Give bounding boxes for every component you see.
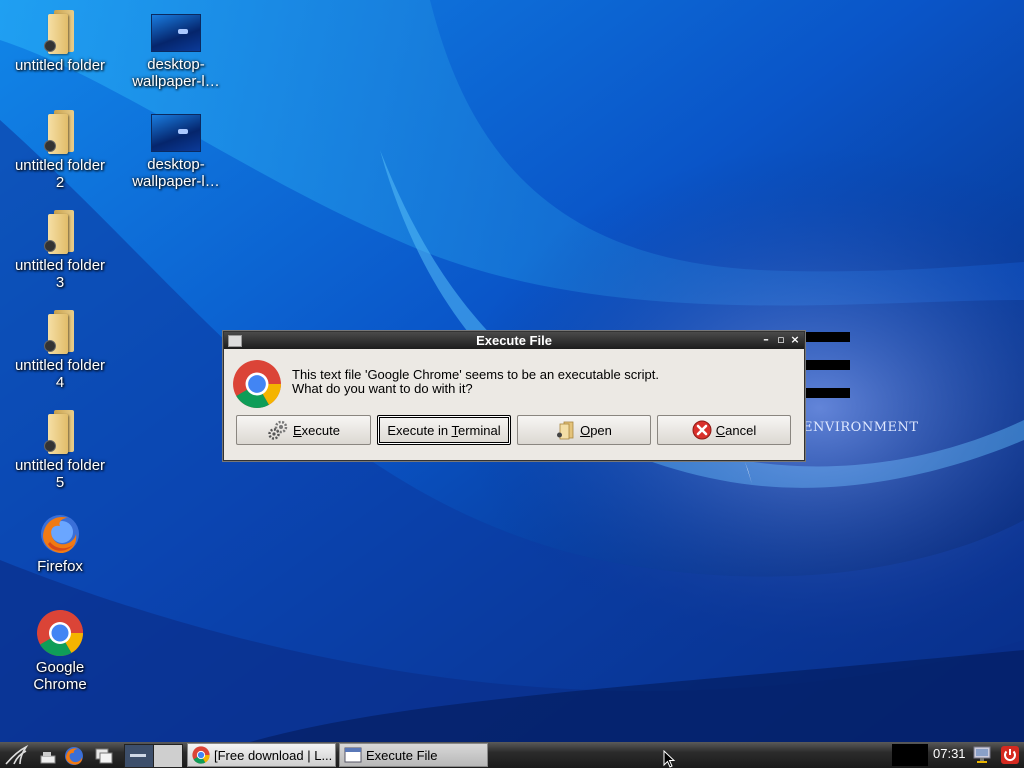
desktop-icon-google-chrome[interactable]: Google Chrome <box>5 609 115 693</box>
dialog-message: This text file 'Google Chrome' seems to … <box>292 368 659 396</box>
dialog-message-line2: What do you want to do with it? <box>292 381 473 396</box>
open-folder-icon <box>557 421 574 440</box>
desktop-icon-untitled-folder-5[interactable]: untitled folder 5 <box>5 410 115 491</box>
desktop-icon-firefox[interactable]: Firefox <box>5 512 115 575</box>
desktop-icon-untitled-folder-2[interactable]: untitled folder 2 <box>5 110 115 191</box>
desktop-icon-label-line2: wallpaper-l… <box>132 173 220 190</box>
maximize-button[interactable]: ▫ <box>774 333 788 347</box>
desktop-icon-label: untitled folder <box>14 157 106 174</box>
task-label: Execute File <box>366 747 438 763</box>
desktop-icon-label: untitled folder <box>14 57 106 74</box>
open-button-label: Open <box>580 422 612 438</box>
cancel-button[interactable]: Cancel <box>657 415 791 445</box>
chrome-icon <box>233 360 281 408</box>
desktop-icon-label: Google <box>35 659 85 676</box>
workspace-window-indicator <box>130 754 146 757</box>
workspace-2[interactable] <box>153 744 183 768</box>
dialog-titlebar[interactable]: Execute File – ▫ × <box>224 332 804 349</box>
dialog-title: Execute File <box>476 333 552 348</box>
power-icon[interactable] <box>1000 745 1020 765</box>
network-monitor-icon[interactable] <box>972 745 992 765</box>
taskbar: [Free download | L... Execute File 07:31 <box>0 742 1024 768</box>
execute-button[interactable]: Execute <box>236 415 371 445</box>
image-thumbnail-icon <box>151 14 201 52</box>
desktop-icon-label: untitled folder <box>14 457 106 474</box>
workspace-1[interactable] <box>124 744 154 768</box>
wallpaper-logo-text: ENVIRONMENT <box>803 420 919 435</box>
desktop-icon-label: Firefox <box>37 558 83 575</box>
open-button[interactable]: Open <box>517 415 651 445</box>
folder-icon <box>44 310 76 354</box>
desktop-icon-label: untitled folder <box>14 357 106 374</box>
windows-switcher-icon[interactable] <box>94 746 114 766</box>
desktop-icon-label: desktop- <box>147 56 205 73</box>
execute-in-terminal-button[interactable]: Execute in Terminal <box>377 415 511 445</box>
execute-button-label: Execute <box>293 422 340 438</box>
firefox-icon <box>41 515 79 554</box>
desktop-icon-untitled-folder-4[interactable]: untitled folder 4 <box>5 310 115 391</box>
task-button-execute-file[interactable]: Execute File <box>339 743 488 767</box>
desktop-icon-label-line2: 3 <box>55 274 65 291</box>
desktop-icon-label-line2: 5 <box>55 474 65 491</box>
main-menu-icon[interactable] <box>4 745 32 765</box>
show-desktop-icon[interactable] <box>38 746 58 766</box>
cancel-icon <box>692 420 712 440</box>
desktop-icon-label-line2: Chrome <box>33 676 87 693</box>
desktop-icon-label: untitled folder <box>14 257 106 274</box>
dialog-message-line1: This text file 'Google Chrome' seems to … <box>292 367 659 382</box>
folder-icon <box>44 10 76 54</box>
folder-icon <box>44 410 76 454</box>
desktop-icon-label-line2: 2 <box>55 174 65 191</box>
system-tray-area <box>892 744 928 766</box>
desktop-icon-label: desktop- <box>147 156 205 173</box>
image-thumbnail-icon <box>151 114 201 152</box>
chrome-icon <box>192 746 210 764</box>
desktop-icon-untitled-folder-3[interactable]: untitled folder 3 <box>5 210 115 291</box>
desktop-icon-untitled-folder[interactable]: untitled folder <box>5 10 115 74</box>
desktop-icon-wallpaper-1[interactable]: desktop- wallpaper-l… <box>121 14 231 90</box>
desktop-icon-label-line2: wallpaper-l… <box>132 73 220 90</box>
task-button-browser[interactable]: [Free download | L... <box>187 743 336 767</box>
execute-file-dialog: Execute File – ▫ × This text file 'Googl… <box>223 331 805 461</box>
gears-icon <box>268 420 288 440</box>
wallpaper-logo-bars <box>800 332 850 416</box>
mouse-cursor-icon <box>663 750 676 768</box>
task-label: [Free download | L... <box>214 747 333 763</box>
clock[interactable]: 07:31 <box>933 745 966 763</box>
close-button[interactable]: × <box>788 333 802 347</box>
chrome-icon <box>37 610 83 656</box>
minimize-button[interactable]: – <box>759 333 773 347</box>
desktop-icon-label-line2: 4 <box>55 374 65 391</box>
folder-icon <box>44 110 76 154</box>
firefox-launcher-icon[interactable] <box>64 746 84 766</box>
desktop-icon-wallpaper-2[interactable]: desktop- wallpaper-l… <box>121 114 231 190</box>
window-icon <box>344 747 362 763</box>
folder-icon <box>44 210 76 254</box>
execute-in-terminal-label: Execute in Terminal <box>387 422 501 438</box>
cancel-button-label: Cancel <box>715 422 757 438</box>
